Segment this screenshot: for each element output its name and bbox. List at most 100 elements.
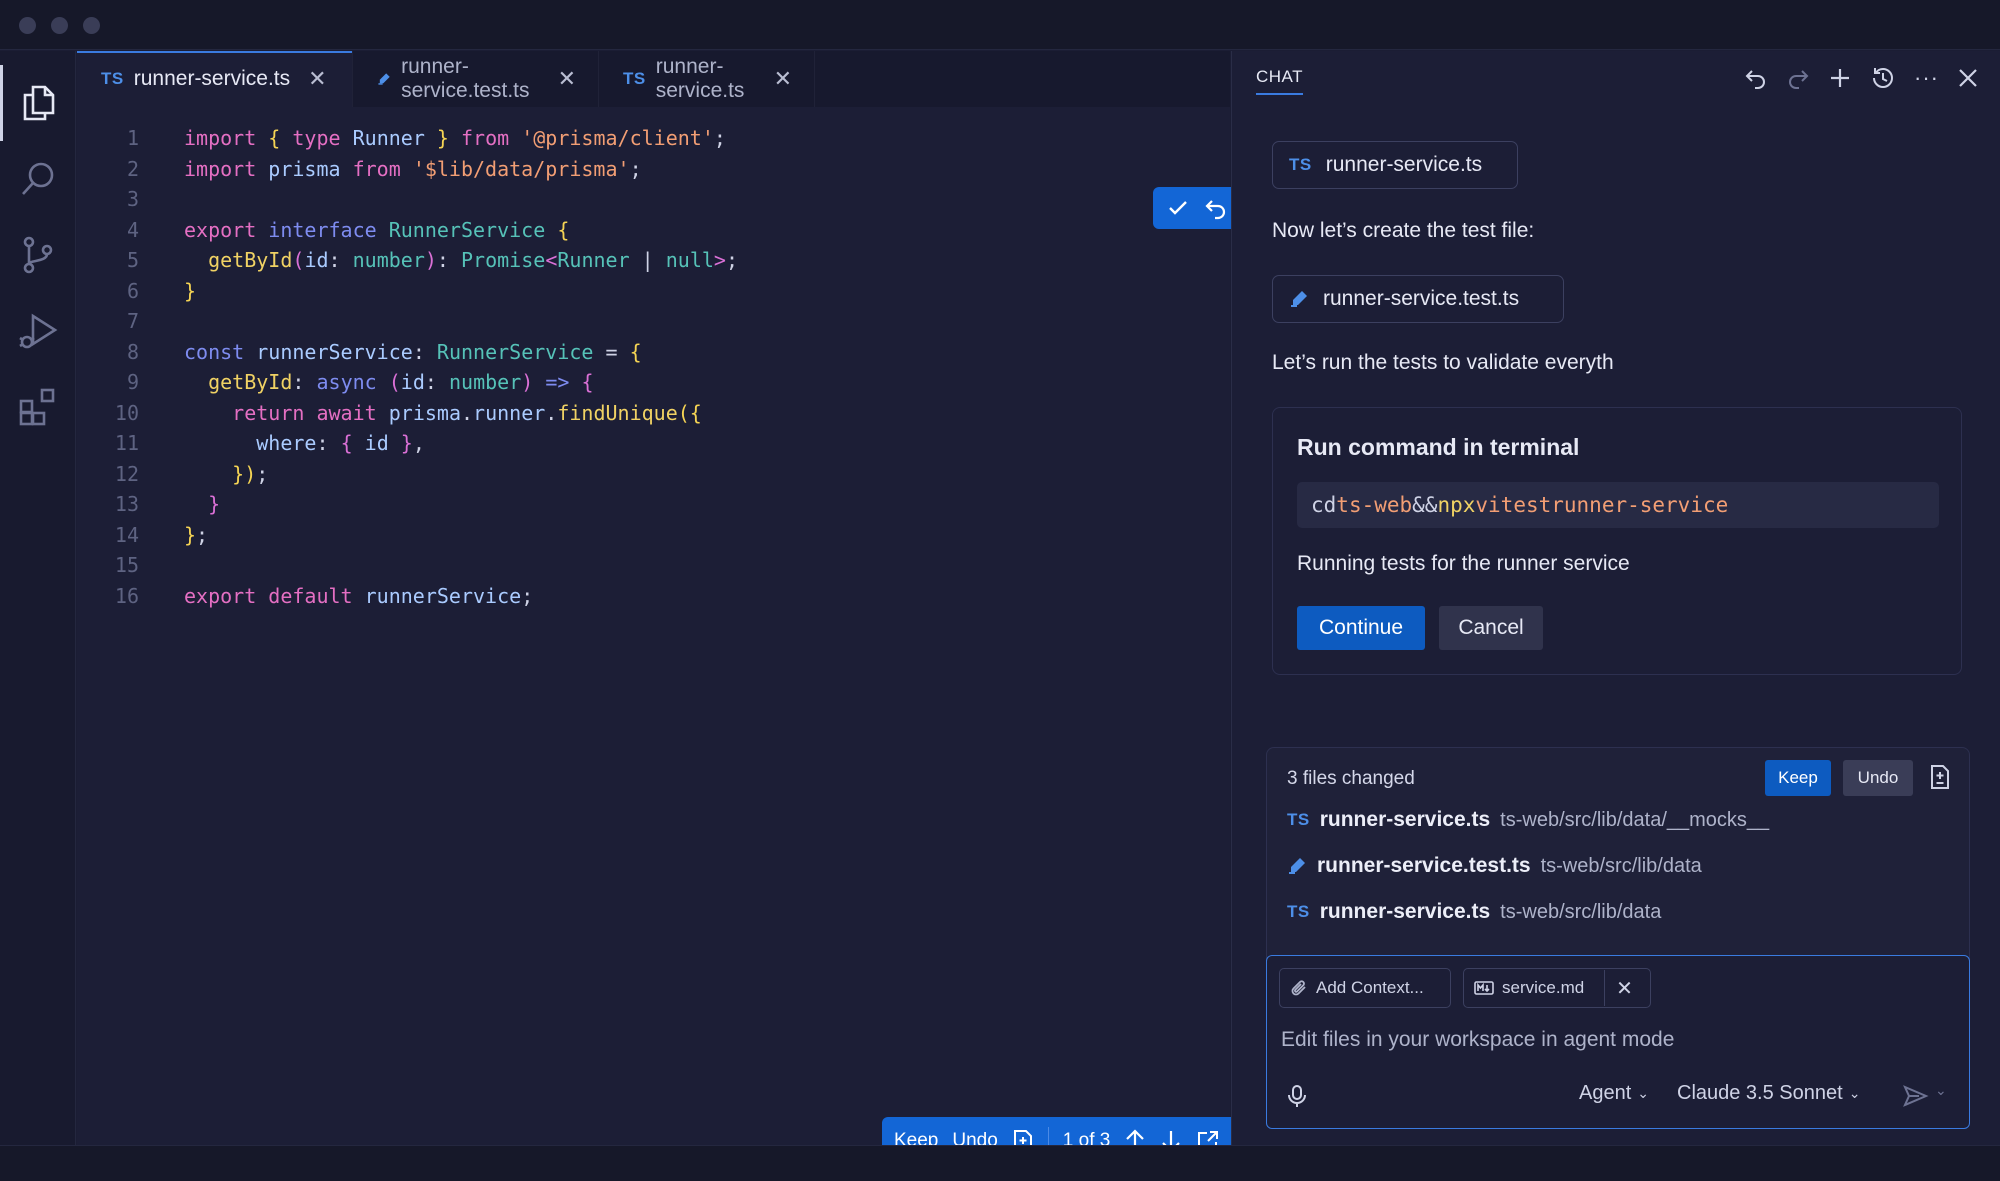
activity-bar: [0, 51, 76, 1145]
command-description: Running tests for the runner service: [1297, 552, 1630, 575]
send-icon[interactable]: [1903, 1084, 1929, 1108]
command-title: Run command in terminal: [1297, 434, 1580, 460]
code-text: }: [208, 492, 221, 517]
keep-all-button[interactable]: Keep: [1765, 760, 1831, 796]
line-number: 1: [126, 126, 139, 151]
code-line: 7: [77, 306, 1230, 337]
code-line: 3: [77, 184, 1230, 215]
source-control-icon: [23, 236, 53, 274]
changed-file-row[interactable]: runner-service.test.ts ts-web/src/lib/da…: [1287, 854, 1702, 878]
code-editor[interactable]: 1 import { type Runner } from '@prisma/cl…: [77, 123, 1230, 611]
code-line: 8 const runnerService: RunnerService = {: [77, 337, 1230, 368]
file-reference-chip[interactable]: TS runner-service.ts: [1272, 141, 1518, 189]
editor-area: TS runner-service.ts ✕ runner-service.te…: [77, 51, 1279, 1165]
code-text: getById(id: number): Promise<Runner | nu…: [208, 248, 739, 273]
close-icon[interactable]: ✕: [308, 68, 326, 90]
file-path: ts-web/src/lib/data: [1540, 854, 1702, 877]
chat-prompt-placeholder[interactable]: Edit files in your workspace in agent mo…: [1281, 1028, 1674, 1052]
maximize-window-button[interactable]: [83, 17, 100, 34]
code-line: 2 import prisma from '$lib/data/prisma';: [77, 154, 1230, 185]
file-name: runner-service.test.ts: [1317, 854, 1531, 877]
plus-icon[interactable]: [1828, 66, 1852, 90]
remove-attachment-icon[interactable]: ✕: [1604, 970, 1644, 1006]
code-line: 12 });: [77, 459, 1230, 490]
paperclip-icon: [1291, 980, 1306, 996]
code-line: 15: [77, 550, 1230, 581]
line-number: 12: [114, 461, 139, 486]
add-context-label: Add Context...: [1316, 978, 1424, 997]
code-line: 13 }: [77, 489, 1230, 520]
cancel-button[interactable]: Cancel: [1439, 606, 1543, 650]
attachment-chip[interactable]: service.md ✕: [1463, 968, 1651, 1008]
mode-picker[interactable]: Agent ⌄: [1579, 1082, 1649, 1105]
test-file-icon: [1289, 858, 1305, 874]
code-line: 10 return await prisma.runner.findUnique…: [77, 398, 1230, 429]
code-text: export interface RunnerService {: [184, 217, 570, 242]
editor-tabs: TS runner-service.ts ✕ runner-service.te…: [77, 51, 1230, 107]
line-number: 7: [126, 309, 139, 334]
line-number: 13: [114, 492, 139, 517]
run-debug-button[interactable]: [0, 293, 76, 369]
changed-file-row[interactable]: TS runner-service.ts ts-web/src/lib/data: [1287, 900, 1661, 924]
extensions-icon: [19, 388, 55, 426]
chevron-down-icon: ⌄: [1848, 1085, 1861, 1101]
chat-message: Now let’s create the test file:: [1272, 219, 1535, 242]
tab-runner-service[interactable]: TS runner-service.ts ✕: [77, 51, 353, 107]
close-icon[interactable]: [1957, 67, 1979, 89]
tab-runner-service-test[interactable]: runner-service.test.ts ✕: [353, 51, 599, 107]
line-number: 3: [126, 187, 139, 212]
changed-file-row[interactable]: TS runner-service.ts ts-web/src/lib/data…: [1287, 808, 1769, 832]
chevron-down-icon[interactable]: ⌄: [1935, 1082, 1947, 1099]
microphone-icon[interactable]: [1287, 1084, 1307, 1108]
history-icon[interactable]: [1870, 65, 1896, 91]
close-window-button[interactable]: [19, 17, 36, 34]
minimize-window-button[interactable]: [51, 17, 68, 34]
check-icon[interactable]: [1166, 196, 1190, 220]
chevron-down-icon: ⌄: [1637, 1085, 1649, 1101]
tab-label: runner-service.test.ts: [401, 55, 530, 102]
close-icon[interactable]: ✕: [558, 68, 576, 90]
line-number: 15: [114, 553, 139, 578]
typescript-icon: TS: [101, 69, 124, 88]
search-button[interactable]: [0, 141, 76, 217]
cmd-token: npx: [1437, 493, 1476, 517]
changes-count: 3 files changed: [1287, 768, 1415, 789]
code-line: 11 where: { id },: [77, 428, 1230, 459]
explorer-button[interactable]: [0, 65, 76, 141]
undo-icon[interactable]: [1204, 196, 1228, 220]
undo-all-button[interactable]: Undo: [1843, 760, 1913, 796]
command-code: cd ts-web && npx vitest runner-service: [1297, 482, 1939, 528]
typescript-icon: TS: [1289, 155, 1312, 174]
continue-button[interactable]: Continue: [1297, 606, 1425, 650]
model-label: Claude 3.5 Sonnet: [1677, 1082, 1843, 1104]
redo-icon[interactable]: [1786, 66, 1810, 90]
test-file-icon: [378, 73, 390, 85]
file-reference-chip[interactable]: runner-service.test.ts: [1272, 275, 1564, 323]
add-context-button[interactable]: Add Context...: [1279, 968, 1451, 1008]
extensions-button[interactable]: [0, 369, 76, 445]
close-icon[interactable]: ✕: [774, 68, 792, 90]
chat-input-box[interactable]: Add Context... service.md ✕ Edit files i…: [1266, 955, 1970, 1129]
chat-header: CHAT ···: [1232, 51, 2000, 105]
status-bar: [0, 1145, 2000, 1181]
more-icon[interactable]: ···: [1914, 65, 1939, 91]
line-number: 9: [126, 370, 139, 395]
code-text: });: [232, 461, 269, 486]
run-command-card: Run command in terminal cd ts-web && npx…: [1272, 407, 1962, 675]
files-icon: [23, 85, 55, 121]
test-file-icon: [1291, 291, 1307, 307]
run-debug-icon: [19, 313, 58, 349]
line-number: 5: [126, 248, 139, 273]
diff-file-icon[interactable]: [1929, 764, 1951, 790]
model-picker[interactable]: Claude 3.5 Sonnet ⌄: [1677, 1082, 1860, 1105]
code-line: 14};: [77, 520, 1230, 551]
line-number: 10: [114, 400, 139, 425]
tab-chat[interactable]: CHAT: [1256, 67, 1304, 95]
undo-icon[interactable]: [1744, 66, 1768, 90]
changed-files-panel: 3 files changed Keep Undo TS runner-serv…: [1266, 747, 1970, 959]
tab-runner-service-2[interactable]: TS runner-service.ts ✕: [599, 51, 815, 107]
code-line: 5 getById(id: number): Promise<Runner | …: [77, 245, 1230, 276]
tab-label: runner-service.ts: [133, 67, 291, 90]
source-control-button[interactable]: [0, 217, 76, 293]
search-icon: [22, 162, 54, 195]
